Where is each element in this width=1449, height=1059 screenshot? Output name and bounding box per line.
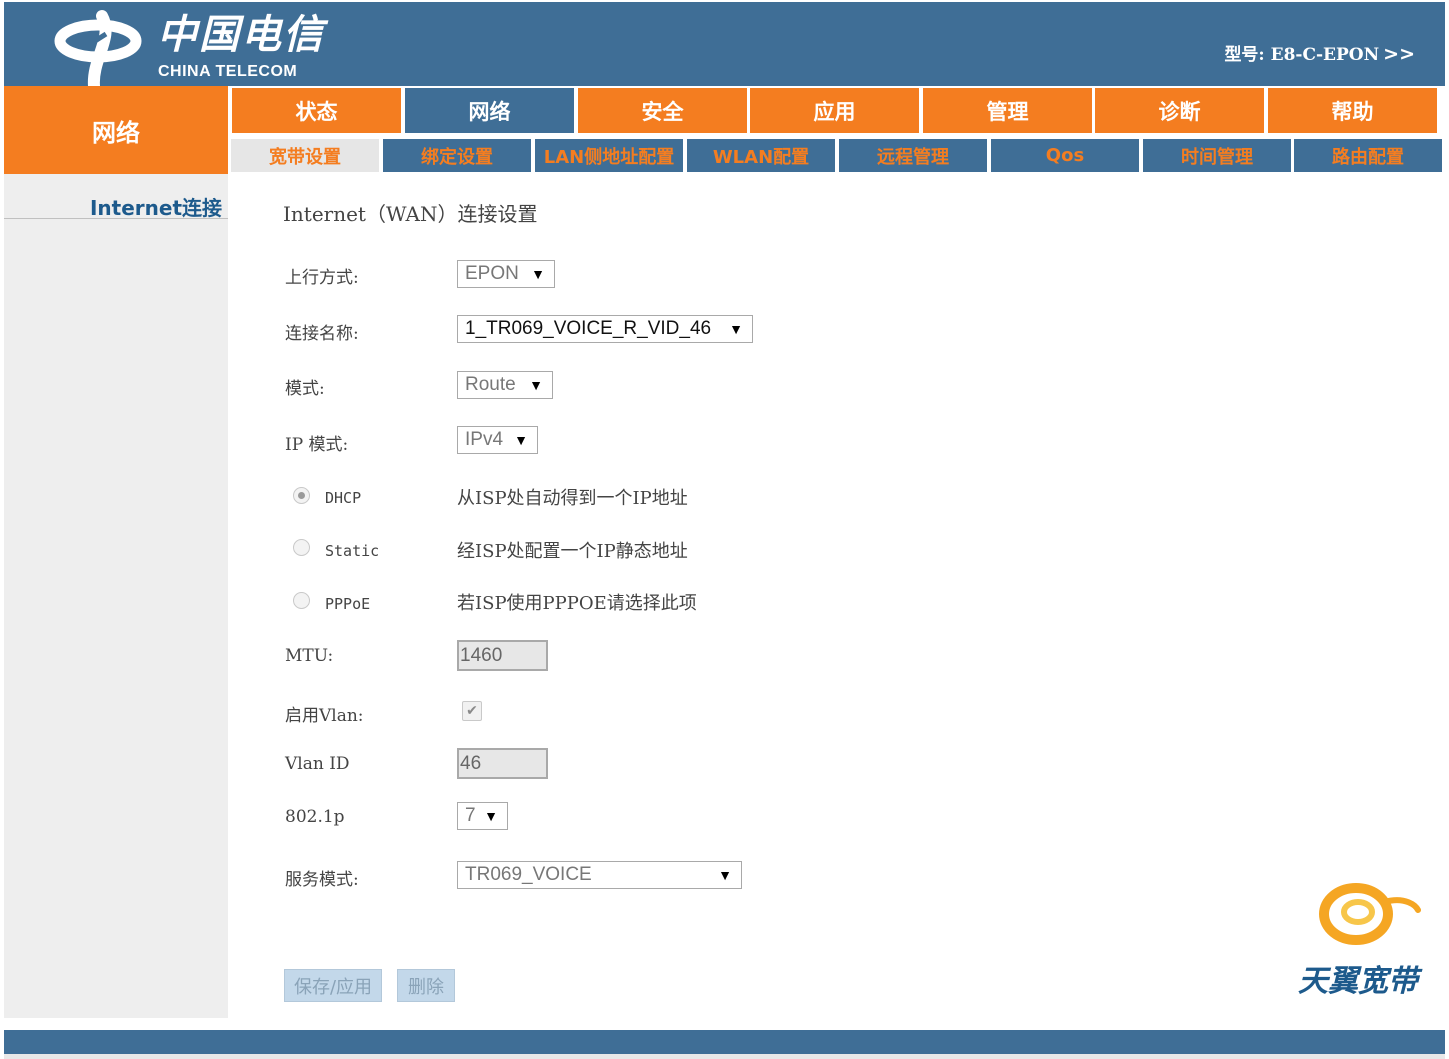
dropdown-arrow-icon: ▼ bbox=[531, 266, 545, 282]
dropdown-arrow-icon: ▼ bbox=[729, 321, 743, 337]
subtab-time-management[interactable]: 时间管理 bbox=[1143, 139, 1291, 172]
brand-cn: 中国电信 bbox=[157, 11, 325, 58]
dot1p-label: 802.1p bbox=[285, 807, 345, 827]
dot1p-value: 7 bbox=[465, 805, 476, 826]
dropdown-arrow-icon: ▼ bbox=[718, 867, 732, 883]
radio-dhcp[interactable] bbox=[293, 487, 310, 504]
main-nav: 状态 网络 安全 应用 管理 诊断 帮助 bbox=[228, 86, 1445, 136]
radio-static-desc: 经ISP处配置一个IP静态地址 bbox=[457, 541, 688, 562]
vlan-enable-label: 启用Vlan: bbox=[285, 706, 364, 726]
mtu-label: MTU: bbox=[285, 646, 334, 666]
subtab-lan-address[interactable]: LAN侧地址配置 bbox=[535, 139, 683, 172]
subtab-binding[interactable]: 绑定设置 bbox=[383, 139, 531, 172]
radio-pppoe[interactable] bbox=[293, 592, 310, 609]
radio-pppoe-label: PPPoE bbox=[325, 595, 371, 613]
radio-pppoe-desc: 若ISP使用PPPOE请选择此项 bbox=[457, 593, 697, 614]
section-side-title: 网络 bbox=[4, 86, 228, 174]
subtab-qos[interactable]: Qos bbox=[991, 139, 1139, 172]
save-apply-button[interactable]: 保存/应用 bbox=[284, 969, 382, 1002]
tab-diagnostics[interactable]: 诊断 bbox=[1095, 88, 1264, 133]
header-bar: 中国电信 CHINA TELECOM 型号: E8-C-EPON >> bbox=[4, 0, 1445, 92]
mode-value: Route bbox=[465, 374, 516, 395]
dropdown-arrow-icon: ▼ bbox=[514, 432, 528, 448]
radio-dhcp-desc: 从ISP处自动得到一个IP地址 bbox=[457, 488, 688, 509]
conn-name-select[interactable]: 1_TR069_VOICE_R_VID_46 ▼ bbox=[457, 315, 753, 343]
radio-dhcp-label: DHCP bbox=[325, 489, 362, 507]
sub-nav: 宽带设置 绑定设置 LAN侧地址配置 WLAN配置 远程管理 Qos 时间管理 … bbox=[228, 136, 1445, 174]
brand-logo-text: 天翼宽带 bbox=[1298, 964, 1418, 999]
dot1p-select[interactable]: 7 ▼ bbox=[457, 802, 508, 830]
uplink-select[interactable]: EPON ▼ bbox=[457, 260, 555, 288]
model-label: 型号: E8-C-EPON bbox=[1224, 45, 1380, 65]
radio-static-label: Static bbox=[325, 542, 380, 560]
double-arrow-icon: >> bbox=[1383, 43, 1415, 65]
service-mode-label: 服务模式: bbox=[285, 870, 359, 890]
mode-label: 模式: bbox=[285, 379, 325, 399]
tianyi-swirl-icon bbox=[1319, 883, 1421, 945]
mtu-input[interactable]: 1460 bbox=[457, 640, 548, 671]
vlan-id-label: Vlan ID bbox=[285, 754, 350, 774]
service-mode-value: TR069_VOICE bbox=[465, 864, 592, 885]
mode-select[interactable]: Route ▼ bbox=[457, 371, 553, 399]
tab-help[interactable]: 帮助 bbox=[1268, 88, 1437, 133]
model-info[interactable]: 型号: E8-C-EPON >> bbox=[1224, 40, 1415, 65]
telecom-emblem-icon bbox=[54, 10, 142, 92]
content-panel: Internet（WAN）连接设置 上行方式: EPON ▼ 连接名称: 1_T… bbox=[228, 174, 1445, 1018]
footer-bar bbox=[4, 1030, 1445, 1054]
conn-name-value: 1_TR069_VOICE_R_VID_46 bbox=[465, 318, 712, 339]
subtab-remote-management[interactable]: 远程管理 bbox=[839, 139, 987, 172]
uplink-label: 上行方式: bbox=[285, 268, 359, 288]
delete-button[interactable]: 删除 bbox=[397, 969, 455, 1002]
ip-mode-select[interactable]: IPv4 ▼ bbox=[457, 426, 538, 454]
tab-status[interactable]: 状态 bbox=[232, 88, 401, 133]
vlan-enable-checkbox[interactable]: ✔ bbox=[462, 701, 482, 721]
subtab-broadband[interactable]: 宽带设置 bbox=[231, 139, 379, 172]
dropdown-arrow-icon: ▼ bbox=[529, 377, 543, 393]
radio-static[interactable] bbox=[293, 539, 310, 556]
ip-mode-label: IP 模式: bbox=[285, 435, 349, 455]
uplink-value: EPON bbox=[465, 263, 519, 284]
brand-en: CHINA TELECOM bbox=[158, 63, 298, 80]
ip-mode-value: IPv4 bbox=[465, 429, 504, 450]
vlan-id-input[interactable]: 46 bbox=[457, 748, 548, 779]
conn-name-label: 连接名称: bbox=[285, 324, 359, 344]
tianyi-broadband-logo: 天翼宽带 bbox=[1288, 876, 1428, 999]
dropdown-arrow-icon: ▼ bbox=[484, 808, 498, 824]
china-telecom-logo: 中国电信 CHINA TELECOM bbox=[54, 8, 344, 92]
sidebar: Internet连接 bbox=[4, 174, 228, 1018]
service-mode-select[interactable]: TR069_VOICE ▼ bbox=[457, 861, 742, 889]
subtab-wlan[interactable]: WLAN配置 bbox=[687, 139, 835, 172]
tab-application[interactable]: 应用 bbox=[750, 88, 919, 133]
subtab-routing[interactable]: 路由配置 bbox=[1294, 139, 1442, 172]
sidebar-item-internet[interactable]: Internet连接 bbox=[4, 192, 228, 220]
footer-divider bbox=[4, 1054, 1445, 1059]
page-title: Internet（WAN）连接设置 bbox=[283, 202, 538, 226]
tab-management[interactable]: 管理 bbox=[923, 88, 1092, 133]
tab-network[interactable]: 网络 bbox=[405, 88, 574, 133]
tab-security[interactable]: 安全 bbox=[578, 88, 747, 133]
